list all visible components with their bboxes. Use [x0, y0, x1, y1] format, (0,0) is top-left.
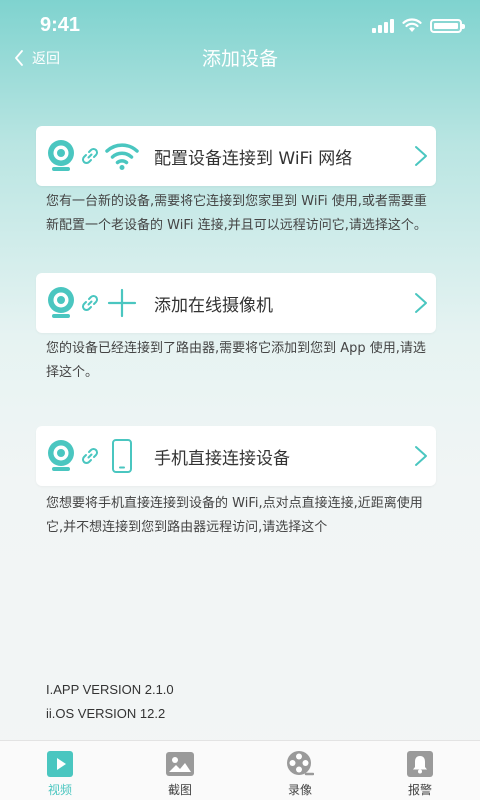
camera-icon	[48, 440, 74, 471]
tab-recordings[interactable]: 录像	[240, 741, 360, 800]
option-description: 您想要将手机直接连接到设备的 WiFi,点对点直接连接,近距离使用它,并不想连接…	[46, 496, 423, 535]
status-bar: 9:41	[0, 0, 480, 44]
option-label: 配置设备连接到 WiFi 网络	[154, 148, 353, 169]
tab-bar: 视频 截图 录像 报警	[0, 740, 480, 800]
option-icons	[36, 286, 154, 320]
tab-alarms[interactable]: 报警	[360, 741, 480, 800]
os-version: ii.OS VERSION 12.2	[46, 706, 166, 721]
option-icons	[36, 139, 154, 173]
tab-label: 录像	[287, 783, 312, 797]
option-label: 手机直接连接设备	[154, 448, 290, 469]
battery-icon	[430, 18, 465, 33]
video-play-icon	[46, 750, 74, 778]
tab-label: 视频	[47, 783, 72, 797]
app-version: I.APP VERSION 2.1.0	[46, 682, 174, 697]
chevron-right-icon	[406, 292, 436, 314]
film-reel-icon	[286, 750, 314, 778]
wifi-status-icon	[402, 18, 422, 32]
option-description: 您的设备已经连接到了路由器,需要将它添加到您到 App 使用,请选择这个。	[46, 341, 426, 380]
phone-icon	[112, 439, 132, 473]
tab-video[interactable]: 视频	[0, 741, 120, 800]
chevron-right-icon	[406, 445, 436, 467]
status-time: 9:41	[40, 14, 81, 36]
tab-label: 报警	[407, 783, 432, 797]
tab-screenshots[interactable]: 截图	[120, 741, 240, 800]
chevron-right-icon	[406, 145, 436, 167]
link-icon	[81, 147, 99, 165]
nav-bar: 返回 添加设备	[0, 40, 480, 80]
page-title: 添加设备	[201, 48, 278, 70]
camera-icon	[48, 287, 74, 318]
bell-icon	[406, 750, 434, 778]
option-configure-wifi[interactable]: 配置设备连接到 WiFi 网络	[36, 126, 436, 186]
image-icon	[166, 750, 194, 778]
camera-icon	[48, 140, 74, 171]
wifi-icon	[105, 143, 139, 170]
option-label: 添加在线摄像机	[154, 295, 273, 316]
link-icon	[81, 294, 99, 312]
cellular-signal-icon	[372, 18, 394, 33]
status-icons	[372, 18, 465, 33]
option-icons	[36, 438, 154, 474]
option-phone-direct-connect[interactable]: 手机直接连接设备	[36, 426, 436, 486]
option-add-online-camera[interactable]: 添加在线摄像机	[36, 273, 436, 333]
plus-icon	[107, 288, 137, 318]
tab-label: 截图	[167, 783, 192, 797]
link-icon	[81, 447, 99, 465]
option-description: 您有一台新的设备,需要将它连接到您家里到 WiFi 使用,或者需要重新配置一个老…	[46, 194, 427, 233]
